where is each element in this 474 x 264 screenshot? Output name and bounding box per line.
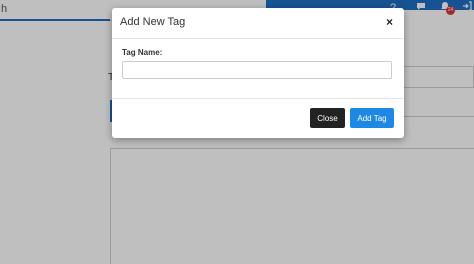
tag-name-label: Tag Name: (122, 48, 163, 57)
app-page: h ? 24 T Add New Tag × Tag Name: Close A… (0, 0, 474, 264)
dialog-footer-divider (112, 98, 404, 99)
dialog-title: Add New Tag (120, 16, 186, 28)
tag-name-input[interactable] (122, 61, 392, 79)
add-tag-dialog: Add New Tag × Tag Name: Close Add Tag (112, 8, 404, 138)
add-tag-button[interactable]: Add Tag (350, 108, 394, 128)
close-icon[interactable]: × (386, 16, 393, 28)
close-button[interactable]: Close (310, 108, 345, 128)
dialog-header: Add New Tag × (112, 8, 404, 39)
